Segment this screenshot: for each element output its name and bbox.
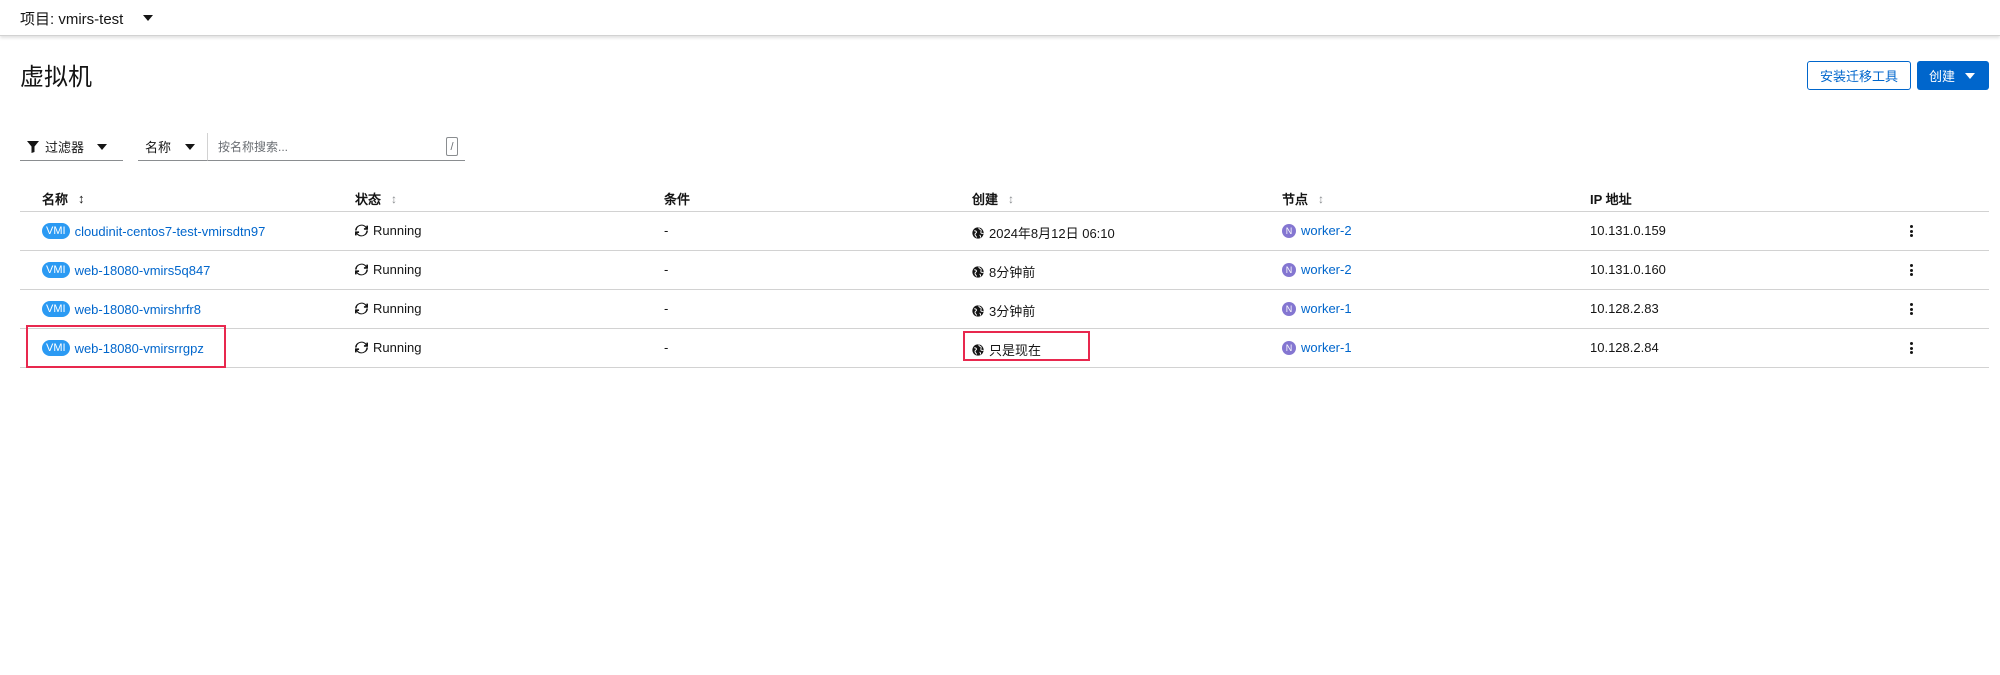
conditions-text: -	[664, 301, 669, 316]
created-text: 只是现在	[989, 343, 1042, 358]
column-header-status[interactable]: 状态 ↕	[355, 189, 397, 208]
globe-icon	[972, 343, 984, 356]
filter-type-select[interactable]: 名称	[138, 133, 208, 161]
chevron-down-icon	[1965, 73, 1975, 79]
vmi-badge: VMI	[42, 262, 70, 278]
row-actions-kebab-icon[interactable]	[1908, 340, 1914, 356]
project-label: 项目: vmirs-test	[20, 10, 124, 28]
vm-name-link[interactable]: cloudinit-centos7-test-vmirsdtn97	[75, 224, 266, 239]
filter-icon	[27, 140, 39, 153]
chevron-down-icon	[143, 15, 154, 21]
page-title: 虚拟机	[20, 64, 92, 91]
row-actions-kebab-icon[interactable]	[1908, 262, 1914, 278]
vmi-badge: VMI	[42, 223, 70, 239]
node-badge: N	[1282, 301, 1296, 316]
sync-icon	[355, 224, 368, 237]
install-migration-tool-button[interactable]: 安装迁移工具	[1807, 61, 1911, 90]
ip-text: 10.131.0.160	[1590, 262, 1666, 277]
vmi-badge: VMI	[42, 340, 70, 356]
status-text: Running	[373, 262, 422, 277]
sort-icon: ↕	[1318, 191, 1325, 206]
create-button[interactable]: 创建	[1917, 61, 1989, 90]
column-header-node[interactable]: 节点 ↕	[1282, 189, 1324, 208]
row-actions-kebab-icon[interactable]	[1908, 223, 1914, 239]
conditions-text: -	[664, 262, 669, 277]
node-link[interactable]: worker-2	[1301, 262, 1352, 277]
vmi-badge: VMI	[42, 301, 70, 317]
node-badge: N	[1282, 262, 1296, 277]
ip-text: 10.131.0.159	[1590, 223, 1666, 238]
node-link[interactable]: worker-1	[1301, 301, 1352, 316]
node-link[interactable]: worker-1	[1301, 340, 1352, 355]
sync-icon	[355, 263, 368, 276]
chevron-down-icon	[97, 144, 107, 150]
project-selector[interactable]: 项目: vmirs-test	[20, 6, 154, 30]
column-header-created[interactable]: 创建 ↕	[972, 189, 1014, 208]
column-header-ip: IP 地址	[1590, 192, 1632, 207]
conditions-text: -	[664, 340, 669, 355]
created-text: 8分钟前	[989, 265, 1036, 280]
create-button-label: 创建	[1929, 69, 1956, 84]
column-header-conditions: 条件	[664, 192, 691, 207]
created-text: 3分钟前	[989, 304, 1036, 319]
vm-name-link[interactable]: web-18080-vmirs5q847	[75, 263, 211, 278]
table-row: VMI web-18080-vmirs5q847 Running - 8分钟前 …	[20, 251, 1989, 290]
globe-icon	[972, 304, 984, 317]
globe-icon	[972, 226, 984, 239]
vm-name-link[interactable]: web-18080-vmirsrrgpz	[75, 341, 204, 356]
row-actions-kebab-icon[interactable]	[1908, 301, 1914, 317]
filter-type-label: 名称	[145, 140, 172, 155]
vm-table: 名称 ↕ 状态 ↕ 条件 创建 ↕ 节点 ↕ IP 地址 VMI cloudin…	[20, 180, 1989, 368]
sort-icon: ↕	[1008, 191, 1015, 206]
sort-icon: ↕	[391, 191, 398, 206]
sync-icon	[355, 302, 368, 315]
search-input[interactable]	[208, 133, 465, 161]
filter-dropdown[interactable]: 过滤器	[20, 133, 123, 161]
ip-text: 10.128.2.84	[1590, 340, 1659, 355]
status-text: Running	[373, 340, 422, 355]
node-badge: N	[1282, 340, 1296, 355]
chevron-down-icon	[185, 144, 195, 150]
table-row: VMI web-18080-vmirshrfr8 Running - 3分钟前 …	[20, 290, 1989, 329]
created-text: 2024年8月12日 06:10	[989, 226, 1115, 241]
table-row: VMI cloudinit-centos7-test-vmirsdtn97 Ru…	[20, 212, 1989, 251]
node-badge: N	[1282, 223, 1296, 238]
sync-icon	[355, 341, 368, 354]
masthead: 项目: vmirs-test	[0, 0, 2000, 36]
filter-label: 过滤器	[45, 140, 85, 155]
table-row: VMI web-18080-vmirsrrgpz Running - 只是现在 …	[20, 329, 1989, 368]
status-text: Running	[373, 301, 422, 316]
node-link[interactable]: worker-2	[1301, 223, 1352, 238]
search-shortcut-hint: /	[446, 137, 458, 156]
vm-name-link[interactable]: web-18080-vmirshrfr8	[75, 302, 201, 317]
status-text: Running	[373, 223, 422, 238]
conditions-text: -	[664, 223, 669, 238]
sort-icon: ↕	[78, 191, 85, 206]
table-header: 名称 ↕ 状态 ↕ 条件 创建 ↕ 节点 ↕ IP 地址	[20, 180, 1989, 212]
ip-text: 10.128.2.83	[1590, 301, 1659, 316]
globe-icon	[972, 265, 984, 278]
column-header-name[interactable]: 名称 ↕	[42, 189, 85, 208]
